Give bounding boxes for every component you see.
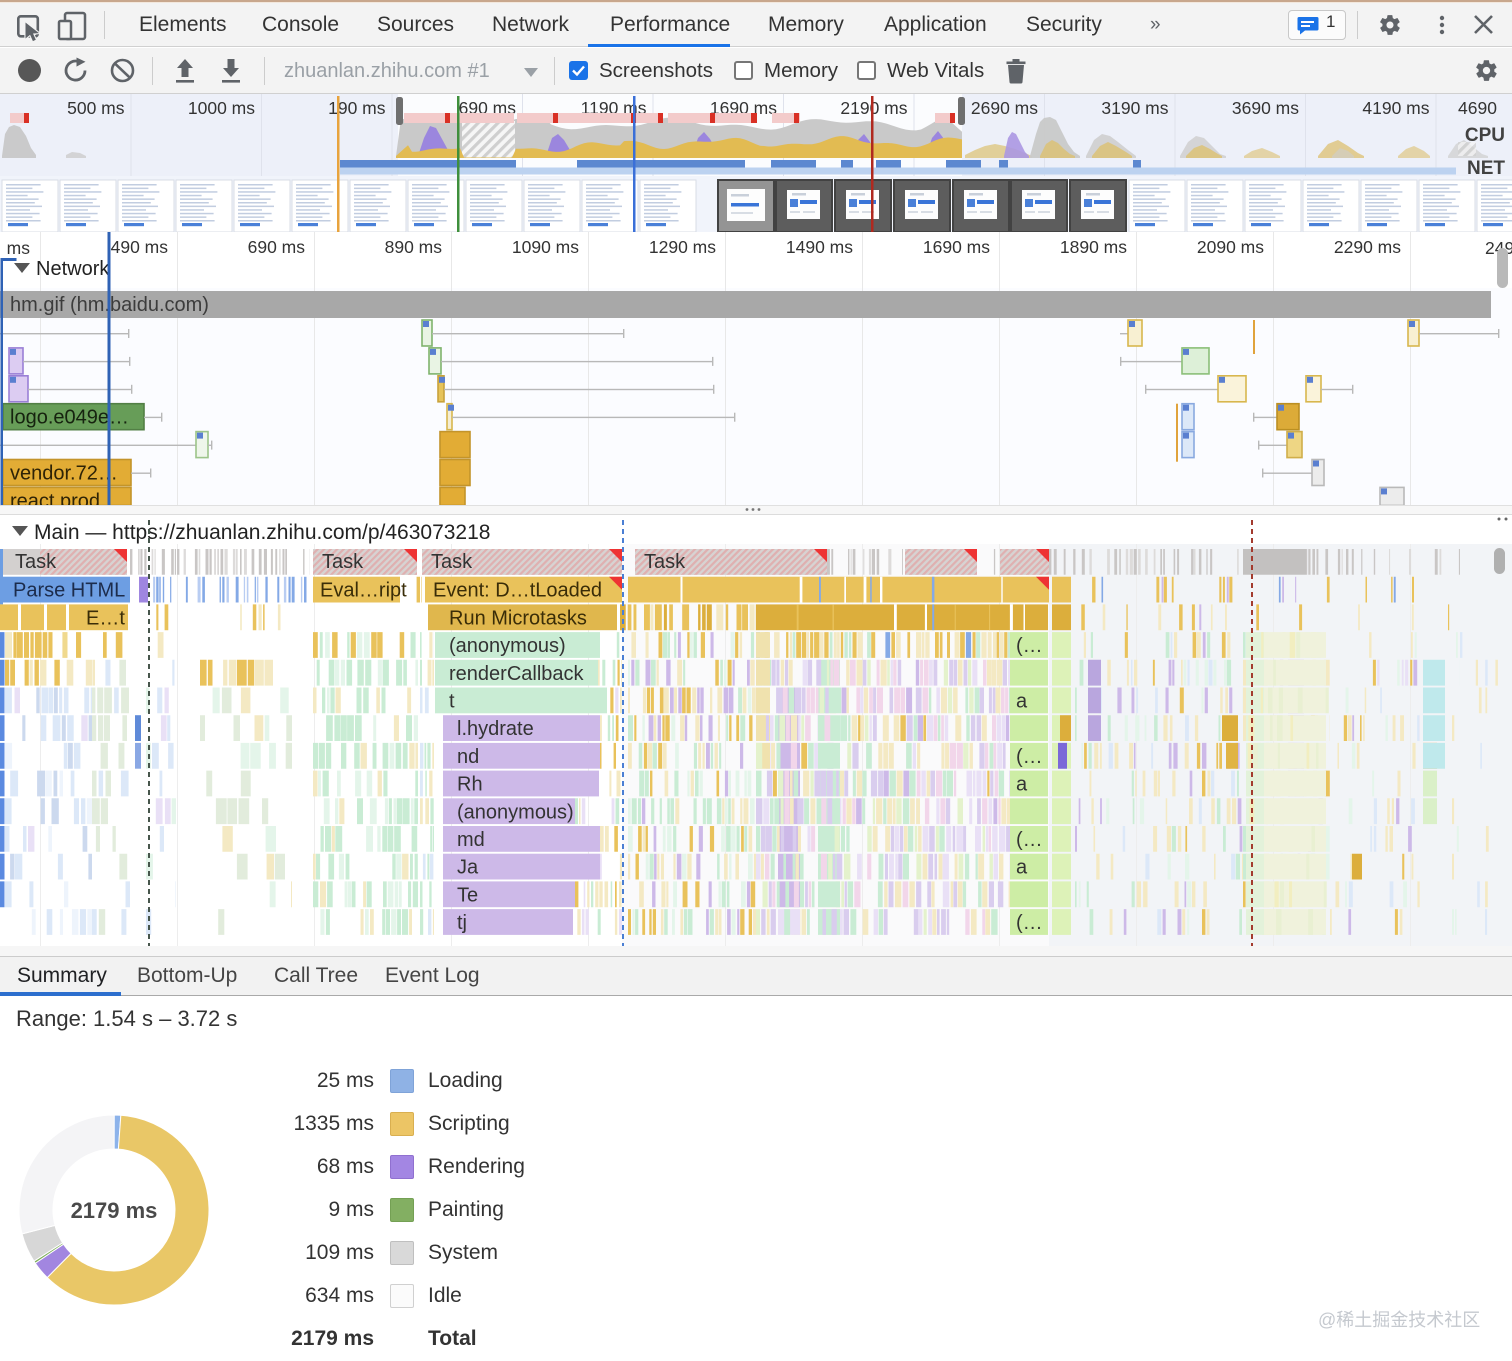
svg-text:3190 ms: 3190 ms bbox=[1101, 98, 1168, 118]
svg-text:1090 ms: 1090 ms bbox=[512, 237, 579, 257]
svg-text:tj: tj bbox=[457, 912, 467, 934]
svg-text:2290 ms: 2290 ms bbox=[1334, 237, 1401, 257]
svg-text:2190 ms: 2190 ms bbox=[840, 98, 907, 118]
svg-text:890 ms: 890 ms bbox=[385, 237, 443, 257]
svg-text:renderCallback: renderCallback bbox=[449, 663, 585, 685]
svg-text:490 ms: 490 ms bbox=[111, 237, 169, 257]
svg-text:2179 ms: 2179 ms bbox=[71, 1198, 158, 1223]
svg-text:4690: 4690 bbox=[1458, 98, 1497, 118]
svg-text:3690 ms: 3690 ms bbox=[1232, 98, 1299, 118]
svg-text:ms: ms bbox=[7, 238, 31, 258]
svg-text:Parse HTML: Parse HTML bbox=[13, 580, 125, 602]
svg-text:Ja: Ja bbox=[457, 857, 479, 879]
svg-text:1690 ms: 1690 ms bbox=[923, 237, 990, 257]
svg-text:4190 ms: 4190 ms bbox=[1362, 98, 1429, 118]
svg-text:(…: (… bbox=[1016, 746, 1043, 768]
svg-text:Task: Task bbox=[322, 551, 364, 573]
svg-text:1000 ms: 1000 ms bbox=[188, 98, 255, 118]
svg-text:(anonymous): (anonymous) bbox=[449, 635, 566, 657]
svg-text:NET: NET bbox=[1467, 158, 1505, 179]
svg-text:t: t bbox=[449, 691, 455, 713]
svg-text:Te: Te bbox=[457, 884, 478, 906]
svg-text:Network: Network bbox=[36, 258, 110, 280]
svg-text:2090 ms: 2090 ms bbox=[1197, 237, 1264, 257]
svg-text:1290 ms: 1290 ms bbox=[649, 237, 716, 257]
svg-text:a: a bbox=[1016, 774, 1028, 796]
svg-text:Run Microtasks: Run Microtasks bbox=[449, 607, 587, 629]
svg-text:vendor.72…: vendor.72… bbox=[10, 463, 118, 485]
svg-text:Main — https://zhuanlan.zhihu.: Main — https://zhuanlan.zhihu.com/p/4630… bbox=[34, 521, 490, 544]
svg-text:nd: nd bbox=[457, 746, 479, 768]
svg-text:Event: D…tLoaded: Event: D…tLoaded bbox=[433, 580, 602, 602]
svg-text:2690 ms: 2690 ms bbox=[971, 98, 1038, 118]
svg-text:Task: Task bbox=[15, 551, 57, 573]
svg-text:l.hydrate: l.hydrate bbox=[457, 718, 534, 740]
svg-text:E…t: E…t bbox=[86, 607, 125, 629]
svg-text:(…: (… bbox=[1016, 912, 1043, 934]
svg-text:Task: Task bbox=[431, 551, 473, 573]
svg-text:1890 ms: 1890 ms bbox=[1060, 237, 1127, 257]
svg-text:a: a bbox=[1016, 691, 1028, 713]
svg-text:logo.e049e…: logo.e049e… bbox=[10, 407, 129, 429]
svg-text:Eval…ript: Eval…ript bbox=[320, 580, 407, 602]
svg-text:(…: (… bbox=[1016, 829, 1043, 851]
svg-text:190 ms: 190 ms bbox=[328, 98, 386, 118]
svg-text:Task: Task bbox=[644, 551, 686, 573]
svg-text:a: a bbox=[1016, 857, 1028, 879]
svg-text:690 ms: 690 ms bbox=[248, 237, 306, 257]
svg-text:md: md bbox=[457, 829, 485, 851]
svg-text:(…: (… bbox=[1016, 635, 1043, 657]
svg-text:(anonymous): (anonymous) bbox=[457, 801, 574, 823]
svg-text:500 ms: 500 ms bbox=[67, 98, 125, 118]
svg-text:Rh: Rh bbox=[457, 774, 483, 796]
svg-text:1490 ms: 1490 ms bbox=[786, 237, 853, 257]
